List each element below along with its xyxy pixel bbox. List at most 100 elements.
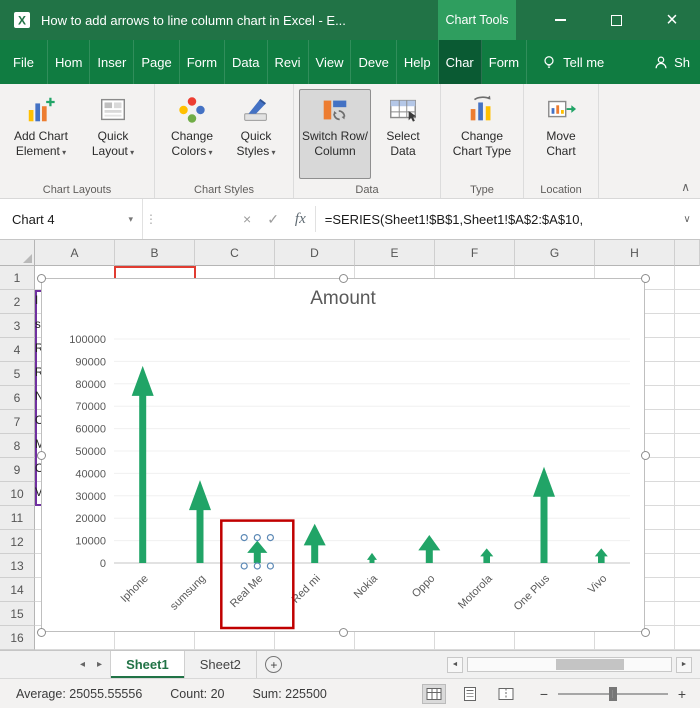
chart-resize-handle[interactable] <box>37 628 46 637</box>
row-header-8[interactable]: 8 <box>0 434 35 458</box>
column-header-e[interactable]: E <box>355 240 435 266</box>
zoom-slider[interactable] <box>558 686 668 701</box>
switch-row-column-button[interactable]: Switch Row/ Column <box>299 89 371 179</box>
name-box[interactable]: Chart 4 ▾ <box>0 199 143 239</box>
zoom-in-button[interactable]: + <box>676 686 688 702</box>
chart-plot-area[interactable]: 0 10000 20000 30000 40000 50000 60000 70000 8000… <box>42 279 646 633</box>
minimize-button[interactable] <box>532 0 588 40</box>
new-sheet-button[interactable]: + <box>257 651 291 678</box>
arrow-bar <box>533 466 555 563</box>
sheet-tab-sheet1[interactable]: Sheet1 <box>110 651 185 678</box>
tab-form[interactable]: Form <box>180 40 226 84</box>
zoom-out-button[interactable]: − <box>538 686 550 702</box>
row-header-7[interactable]: 7 <box>0 410 35 434</box>
scrollbar-thumb[interactable] <box>556 659 624 670</box>
tab-deve[interactable]: Deve <box>351 40 397 84</box>
formula-input[interactable]: =SERIES(Sheet1!$B$1,Sheet1!$A$2:$A$10, <box>325 199 674 239</box>
row-header-16[interactable]: 16 <box>0 626 35 650</box>
column-header-d[interactable]: D <box>275 240 355 266</box>
formula-bar-drag-handle[interactable]: ⋮ <box>143 199 159 239</box>
page-layout-view-button[interactable] <box>458 684 482 704</box>
row-header-15[interactable]: 15 <box>0 602 35 626</box>
tab-page[interactable]: Page <box>134 40 180 84</box>
move-chart-button[interactable]: Move Chart <box>529 89 593 179</box>
zoom-slider-thumb[interactable] <box>609 686 617 701</box>
tab-inser[interactable]: Inser <box>90 40 135 84</box>
point-selection-handle <box>266 534 274 542</box>
chart-resize-handle[interactable] <box>641 274 650 283</box>
insert-function-button[interactable]: fx <box>295 211 306 228</box>
scrollbar-track[interactable] <box>467 657 672 672</box>
tab-file[interactable]: File <box>0 40 48 84</box>
ribbon-button-label: Add Chart Element ▾ <box>13 129 69 158</box>
share-button[interactable]: Sh <box>653 40 696 84</box>
column-header-g[interactable]: G <box>515 240 595 266</box>
add-chart-element-button[interactable]: Add Chart Element ▾ <box>5 89 77 179</box>
ribbon-group-label: Data <box>355 184 379 196</box>
sheet-tab-sheet2[interactable]: Sheet2 <box>185 651 257 678</box>
column-header-b[interactable]: B <box>115 240 195 266</box>
next-sheet-icon[interactable]: ▸ <box>97 659 102 670</box>
name-box-value: Chart 4 <box>12 211 55 227</box>
expand-formula-bar-icon[interactable]: ∨ <box>674 199 700 239</box>
tab-hom[interactable]: Hom <box>48 40 91 84</box>
column-header-h[interactable]: H <box>595 240 675 266</box>
row-header-10[interactable]: 10 <box>0 482 35 506</box>
quick-styles-button[interactable]: Quick Styles ▾ <box>224 89 288 179</box>
row-header-13[interactable]: 13 <box>0 554 35 578</box>
scroll-right-icon[interactable]: ► <box>676 656 692 673</box>
partial-cell-text: s <box>35 319 41 331</box>
svg-text:Red mi: Red mi <box>290 573 323 606</box>
select-all-corner[interactable] <box>0 240 35 266</box>
chart-resize-handle[interactable] <box>37 274 46 283</box>
svg-text:Oppo: Oppo <box>410 573 438 601</box>
column-header-c[interactable]: C <box>195 240 275 266</box>
formula-bar: Chart 4 ▾ ⋮ × ✓ fx =SERIES(Sheet1!$B$1,S… <box>0 199 700 240</box>
name-box-dropdown-icon[interactable]: ▾ <box>128 214 133 225</box>
tab-revi[interactable]: Revi <box>268 40 309 84</box>
row-header-5[interactable]: 5 <box>0 362 35 386</box>
chart-object[interactable]: Amount 0 10000 20000 30000 40000 50000 60000 70… <box>37 274 650 637</box>
chart-resize-handle[interactable] <box>339 274 348 283</box>
svg-text:Motorola: Motorola <box>456 572 495 611</box>
collapse-ribbon-icon[interactable]: ∧ <box>681 180 690 194</box>
svg-text:0: 0 <box>100 558 106 570</box>
change-colors-button[interactable]: Change Colors ▾ <box>160 89 224 179</box>
column-header-a[interactable]: A <box>35 240 115 266</box>
row-header-12[interactable]: 12 <box>0 530 35 554</box>
column-header-f[interactable]: F <box>435 240 515 266</box>
row-header-4[interactable]: 4 <box>0 338 35 362</box>
row-header-6[interactable]: 6 <box>0 386 35 410</box>
previous-sheet-icon[interactable]: ◂ <box>80 659 85 670</box>
chart-resize-handle[interactable] <box>641 628 650 637</box>
row-header-11[interactable]: 11 <box>0 506 35 530</box>
tab-form[interactable]: Form <box>482 40 528 84</box>
chart-resize-handle[interactable] <box>37 451 46 460</box>
chart-resize-handle[interactable] <box>641 451 650 460</box>
select-data-button[interactable]: Select Data <box>371 89 435 179</box>
worksheet[interactable]: A B C D E F G H 1 2 3 4 5 6 7 8 9 10 11 12 13 14 15 16 Is R R N O M O V… <box>0 240 700 650</box>
row-header-14[interactable]: 14 <box>0 578 35 602</box>
ribbon-group-location: Move Chart Location <box>524 84 599 198</box>
enter-button[interactable]: ✓ <box>267 211 279 228</box>
row-header-2[interactable]: 2 <box>0 290 35 314</box>
cancel-button[interactable]: × <box>243 211 251 227</box>
normal-view-button[interactable] <box>422 683 446 704</box>
tab-data[interactable]: Data <box>225 40 268 84</box>
point-selection-handle <box>240 562 248 570</box>
row-header-1[interactable]: 1 <box>0 266 35 290</box>
chart-resize-handle[interactable] <box>339 628 348 637</box>
tab-char[interactable]: Char <box>438 40 482 84</box>
quick-layout-button[interactable]: Quick Layout ▾ <box>77 89 149 179</box>
status-sum: Sum: 225500 <box>252 686 327 701</box>
tab-view[interactable]: View <box>309 40 352 84</box>
close-button[interactable]: × <box>644 0 700 40</box>
tell-me[interactable]: Tell me <box>541 40 604 84</box>
scroll-left-icon[interactable]: ◄ <box>447 656 463 673</box>
page-break-preview-button[interactable] <box>494 684 518 704</box>
row-header-3[interactable]: 3 <box>0 314 35 338</box>
row-header-9[interactable]: 9 <box>0 458 35 482</box>
change-chart-type-button[interactable]: Change Chart Type <box>446 89 518 179</box>
maximize-button[interactable] <box>588 0 644 40</box>
tab-help[interactable]: Help <box>397 40 439 84</box>
